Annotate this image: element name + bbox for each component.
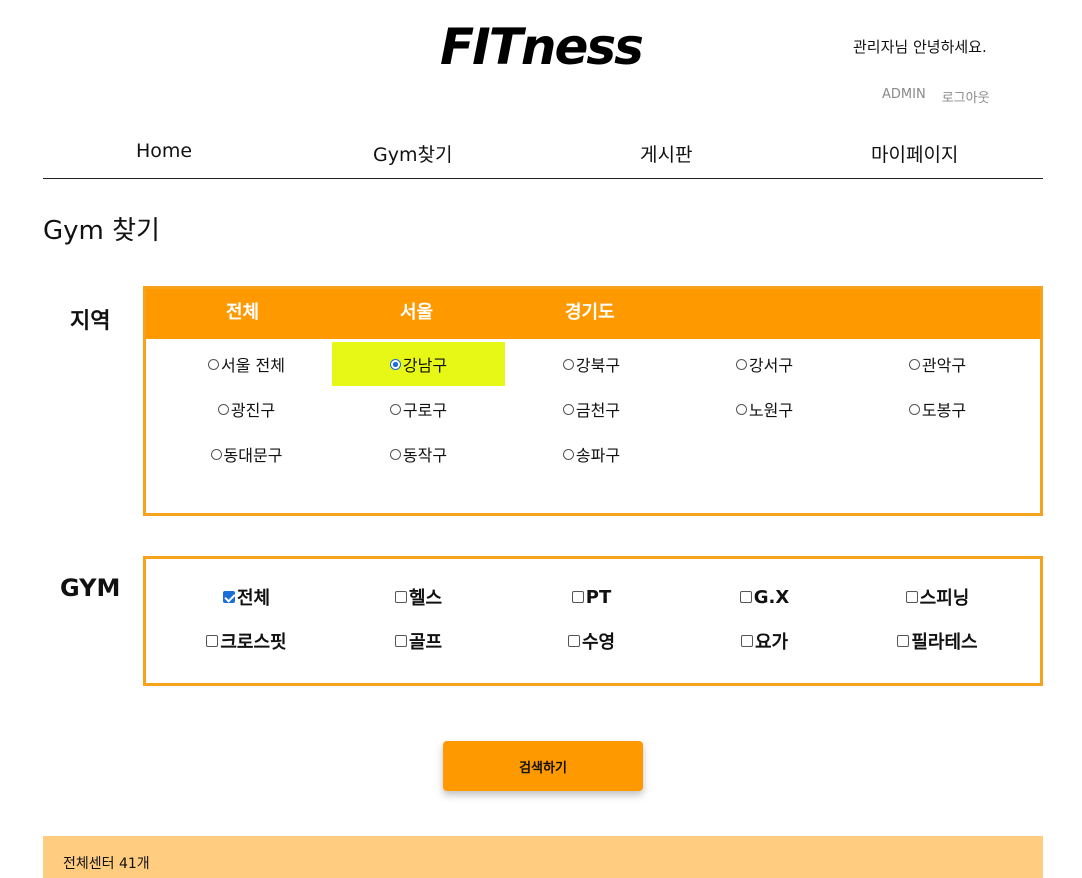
radio-icon[interactable]: [735, 403, 747, 415]
region-option-label: 노원구: [748, 401, 794, 420]
checkbox-icon[interactable]: [222, 591, 235, 603]
region-radio-option[interactable]: 광진구: [160, 387, 333, 431]
checkbox-icon[interactable]: [567, 635, 580, 647]
nav-board[interactable]: 게시판: [640, 140, 692, 167]
search-button[interactable]: 검색하기: [443, 741, 643, 791]
gym-checkbox-option[interactable]: 요가: [678, 619, 851, 663]
nav-gym-search[interactable]: Gym찾기: [373, 140, 452, 167]
checkbox-icon[interactable]: [394, 591, 407, 603]
radio-icon[interactable]: [562, 403, 574, 415]
gym-checkbox-option[interactable]: 골프: [332, 619, 505, 663]
radio-icon[interactable]: [908, 358, 920, 370]
radio-icon[interactable]: [210, 448, 222, 460]
region-option-label: 도봉구: [921, 401, 967, 420]
page-title: Gym 찾기: [43, 216, 160, 246]
result-bar: 전체센터 41개: [43, 836, 1043, 878]
region-radio-option[interactable]: 서울 전체: [160, 342, 333, 386]
region-radio-option[interactable]: 동작구: [332, 432, 505, 476]
region-option-label: 서울 전체: [221, 356, 285, 375]
checkbox-icon[interactable]: [740, 635, 753, 647]
checkbox-icon[interactable]: [571, 591, 584, 603]
gym-checkbox-option[interactable]: 필라테스: [851, 619, 1024, 663]
main-nav: Home Gym찾기 게시판 마이페이지: [43, 130, 1043, 179]
region-option-label: 동대문구: [223, 446, 283, 465]
region-option-label: 금천구: [575, 401, 621, 420]
user-greeting: 관리자님 안녕하세요.: [853, 38, 987, 56]
region-tab-gyeonggi[interactable]: 경기도: [565, 298, 615, 324]
logout-link[interactable]: 로그아웃: [942, 87, 990, 106]
region-radio-option[interactable]: 강북구: [505, 342, 678, 386]
gym-checkbox-option[interactable]: G.X: [678, 575, 851, 619]
region-radio-option[interactable]: 관악구: [851, 342, 1024, 386]
checkbox-icon[interactable]: [394, 635, 407, 647]
gym-option-label: 요가: [754, 632, 789, 653]
gym-checkbox-option[interactable]: 수영: [505, 619, 678, 663]
checkbox-icon[interactable]: [897, 635, 910, 647]
gym-panel: 전체 헬스 PT G.X 스피닝크로스핏 골프 수영 요가 필라테스: [143, 556, 1043, 686]
radio-icon[interactable]: [562, 448, 574, 460]
region-radio-option[interactable]: 강서구: [678, 342, 851, 386]
region-radio-option[interactable]: 구로구: [332, 387, 505, 431]
gym-option-label: 전체: [236, 588, 271, 609]
admin-link[interactable]: ADMIN: [882, 87, 926, 106]
region-radio-option[interactable]: 도봉구: [851, 387, 1024, 431]
region-option-label: 관악구: [921, 356, 967, 375]
region-radio-option[interactable]: 금천구: [505, 387, 678, 431]
region-tab-seoul[interactable]: 서울: [400, 298, 433, 324]
region-option-label: 강북구: [575, 356, 621, 375]
region-option-label: 강남구: [402, 356, 448, 375]
brand-logo[interactable]: FITness: [440, 22, 660, 72]
gym-option-label: 필라테스: [911, 632, 978, 653]
gym-checkbox-option[interactable]: 헬스: [332, 575, 505, 619]
gym-checkbox-option[interactable]: PT: [505, 575, 678, 619]
region-option-label: 광진구: [230, 401, 276, 420]
checkbox-icon[interactable]: [739, 591, 752, 603]
radio-icon[interactable]: [389, 358, 401, 370]
region-panel: 전체 서울 경기도 서울 전체 강남구 강북구 강서구 관악구 광진구 구로구 금천구 노원구 도…: [143, 286, 1043, 516]
region-radio-option[interactable]: 송파구: [505, 432, 678, 476]
gym-option-label: 골프: [408, 632, 443, 653]
radio-icon[interactable]: [208, 358, 220, 370]
user-links: ADMIN 로그아웃: [882, 87, 990, 106]
gym-option-label: 스피닝: [919, 588, 970, 609]
region-label: 지역: [70, 309, 111, 334]
result-summary: 전체센터 41개: [63, 856, 150, 872]
gym-option-label: 헬스: [408, 588, 443, 609]
checkbox-icon[interactable]: [206, 635, 219, 647]
region-radio-option[interactable]: 동대문구: [160, 432, 333, 476]
region-radio-option[interactable]: 강남구: [332, 342, 505, 386]
gym-checkbox-option[interactable]: 전체: [160, 575, 333, 619]
gym-option-label: PT: [585, 586, 612, 608]
gym-label: GYM: [60, 574, 121, 602]
radio-icon[interactable]: [389, 448, 401, 460]
nav-mypage[interactable]: 마이페이지: [871, 140, 958, 167]
region-option-label: 구로구: [402, 401, 448, 420]
gym-option-label: 크로스핏: [220, 632, 287, 653]
region-tabs: 전체 서울 경기도: [146, 289, 1040, 339]
radio-icon[interactable]: [217, 403, 229, 415]
gym-option-label: G.X: [753, 586, 790, 608]
radio-icon[interactable]: [562, 358, 574, 370]
region-option-label: 송파구: [575, 446, 621, 465]
radio-icon[interactable]: [735, 358, 747, 370]
gym-checkbox-option[interactable]: 크로스핏: [160, 619, 333, 663]
gym-checkbox-option[interactable]: 스피닝: [851, 575, 1024, 619]
gym-option-label: 수영: [581, 632, 616, 653]
region-tab-all[interactable]: 전체: [226, 298, 259, 324]
region-option-label: 동작구: [402, 446, 448, 465]
region-option-label: 강서구: [748, 356, 794, 375]
region-radio-option[interactable]: 노원구: [678, 387, 851, 431]
radio-icon[interactable]: [908, 403, 920, 415]
checkbox-icon[interactable]: [905, 591, 918, 603]
nav-home[interactable]: Home: [136, 140, 192, 162]
radio-icon[interactable]: [389, 403, 401, 415]
